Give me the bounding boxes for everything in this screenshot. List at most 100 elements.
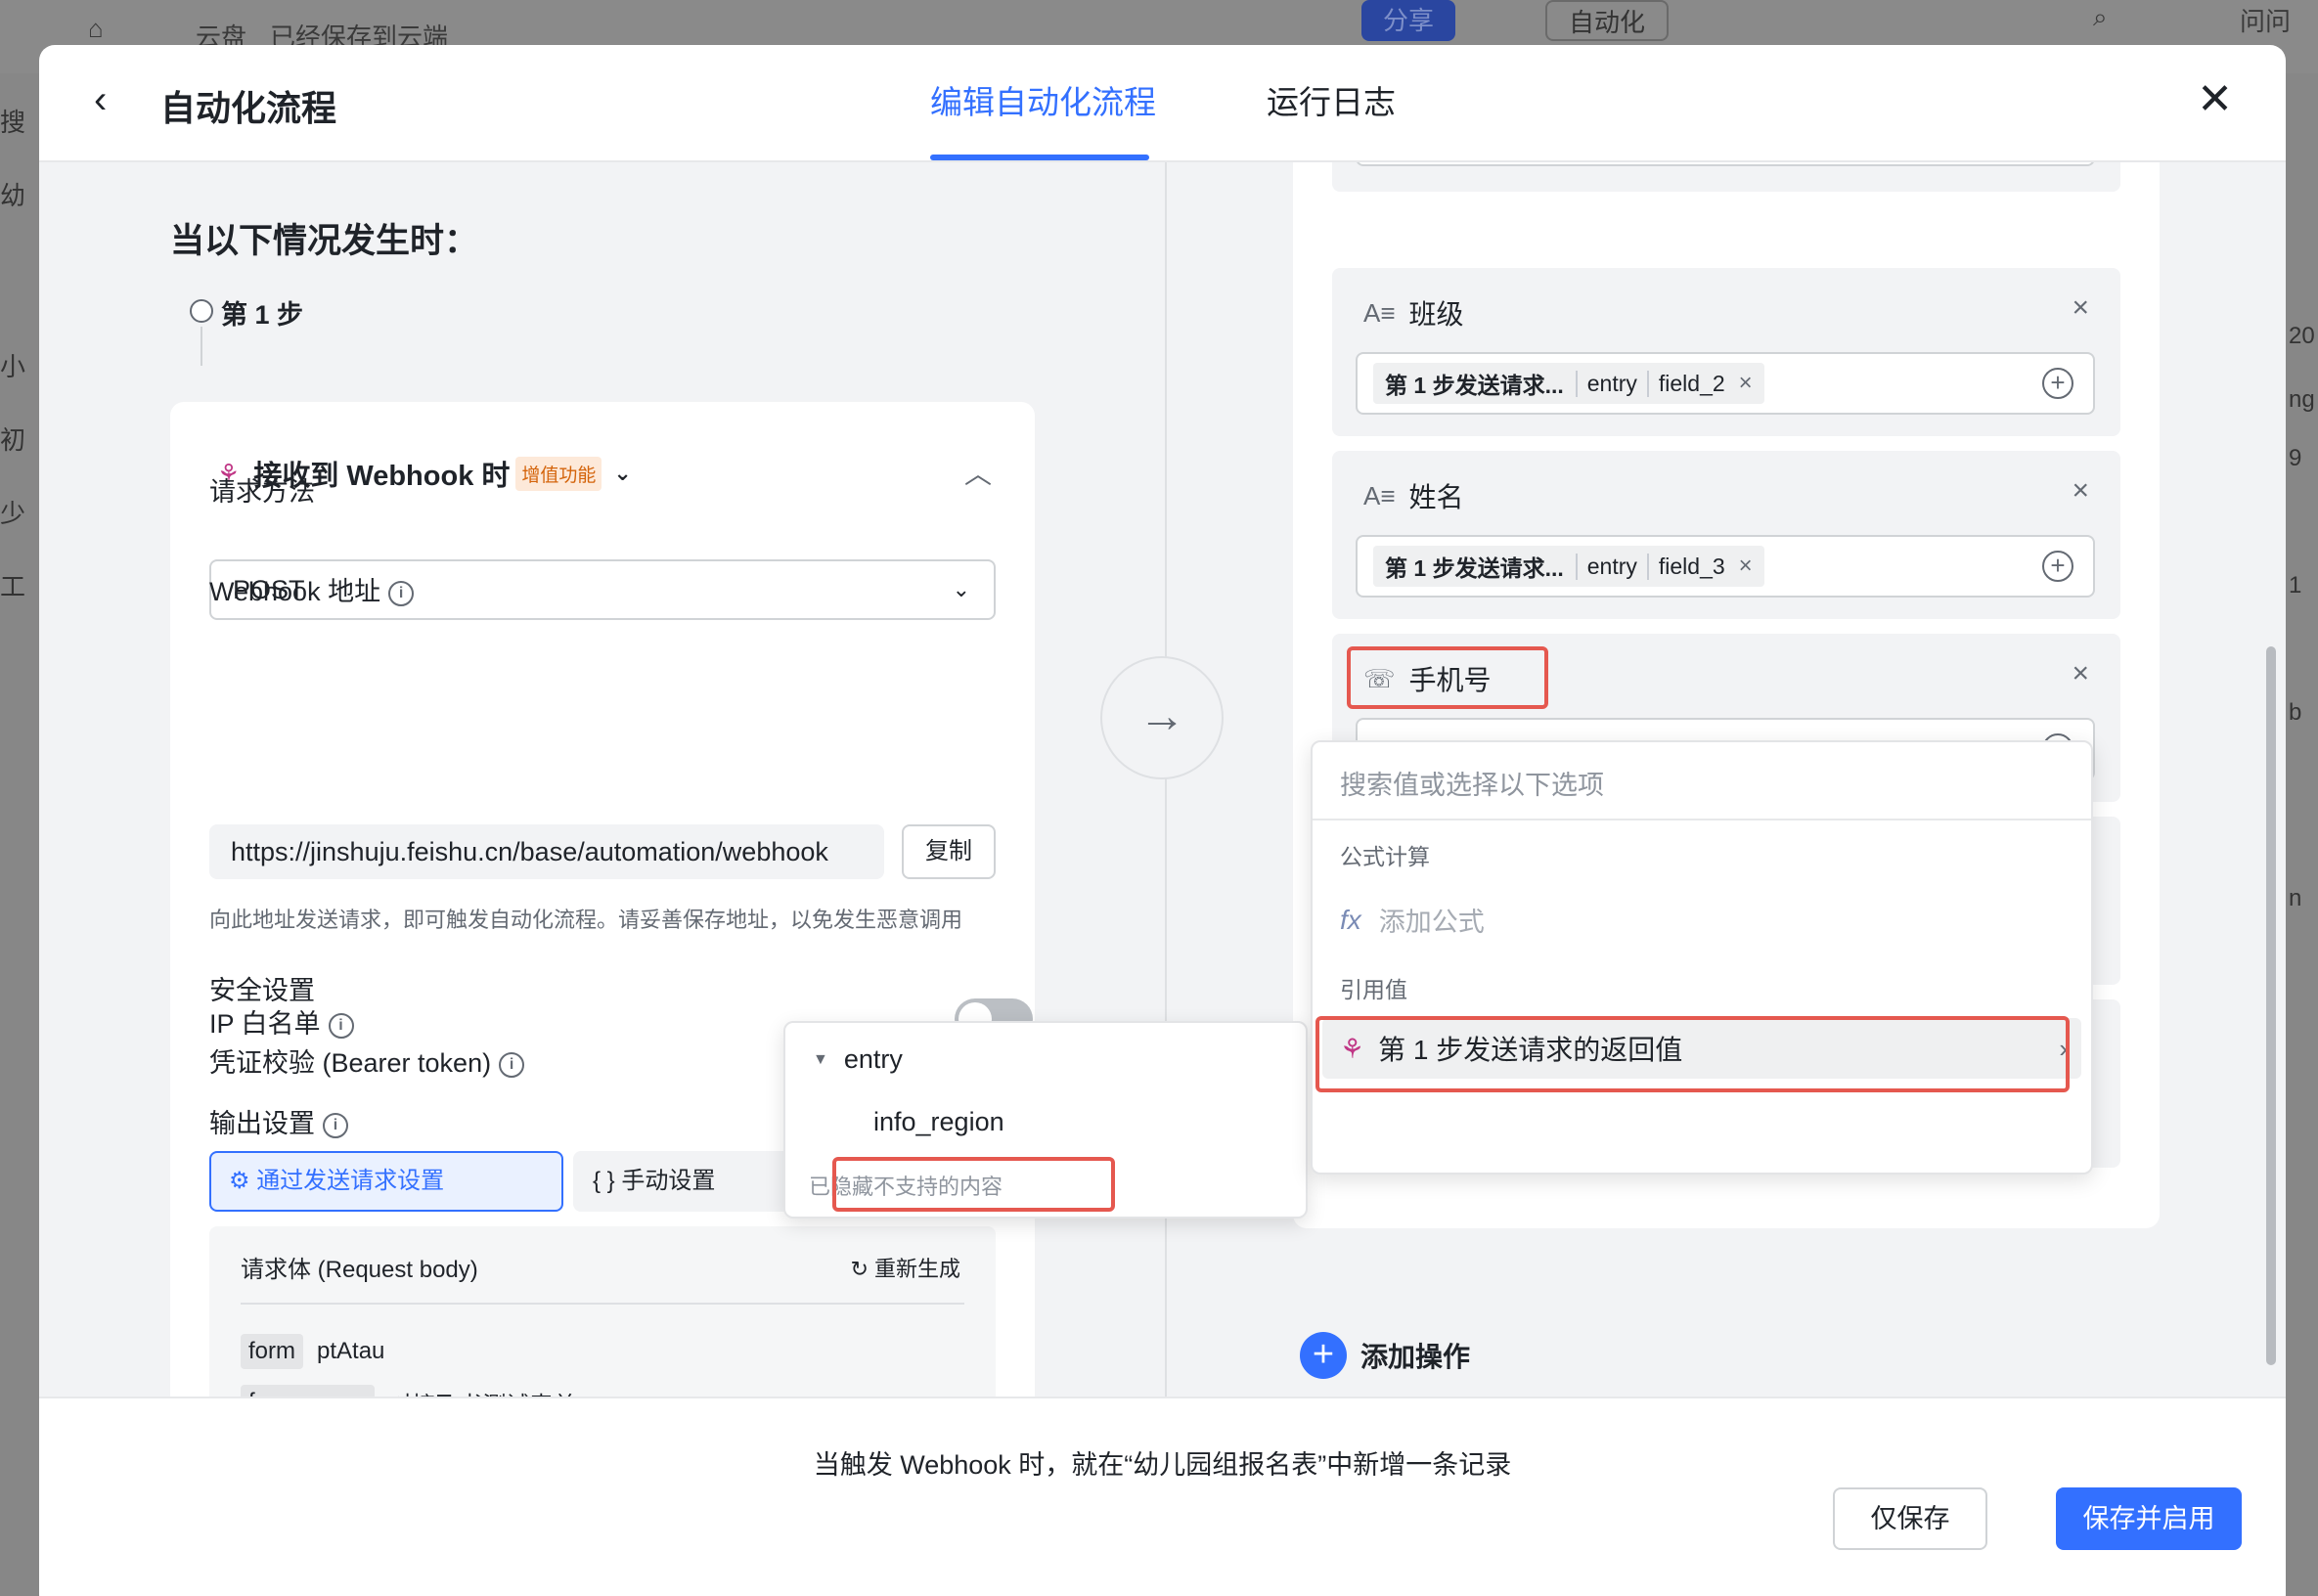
field-name-text: 班级 [1408, 299, 1464, 330]
output-settings-label-text: 输出设置 [209, 1109, 315, 1138]
field-name: A≡ 班级 [1363, 293, 1464, 332]
add-formula-item[interactable]: fx 添加公式 [1340, 901, 1485, 939]
reference-section-label: 引用值 [1340, 977, 1407, 1002]
bearer-label-text: 凭证校验 (Bearer token) [209, 1048, 492, 1078]
info-icon[interactable]: i [388, 580, 415, 606]
collapse-chevron-icon[interactable]: ︿ [964, 453, 992, 492]
trigger-heading: 当以下情况发生时： [170, 222, 479, 260]
tab-edit-flow[interactable]: 编辑自动化流程 [930, 76, 1156, 123]
field-value-input[interactable]: 第 1 步发送请求... entry field_3 × + [1356, 535, 2095, 598]
back-arrow-icon[interactable]: ‹ [94, 80, 133, 119]
value-search-input[interactable]: 搜索值或选择以下选项 [1340, 764, 1604, 802]
background-ask-button: 问问 [2240, 7, 2292, 36]
step-label: 第 1 步 [221, 300, 304, 330]
step-connector [201, 327, 202, 366]
field-card-partial [1332, 162, 2120, 192]
method-label: 请求方法 [209, 477, 315, 507]
chip-source: 第 1 步发送请求... [1385, 555, 1564, 581]
add-formula-label: 添加公式 [1378, 908, 1485, 937]
modal-header: ‹ 自动化流程 编辑自动化流程 运行日志 ✕ [39, 45, 2286, 162]
field-card-class: A≡ 班级 × 第 1 步发送请求... entry field_2 × + [1332, 268, 2120, 436]
field-name-text: 姓名 [1408, 482, 1464, 512]
bearer-label: 凭证校验 (Bearer token) i [209, 1042, 525, 1080]
remove-field-icon[interactable]: × [2072, 291, 2089, 325]
triangle-down-icon[interactable]: ▼ [813, 1051, 828, 1069]
add-value-icon[interactable]: + [2042, 368, 2073, 399]
background-cell: b [2289, 699, 2302, 726]
field-name: A≡ 姓名 [1363, 476, 1464, 515]
background-home-icon: ⌂ [88, 14, 104, 43]
save-enable-button[interactable]: 保存并启用 [2056, 1487, 2242, 1550]
background-sidebar-item: 工 [0, 572, 26, 601]
info-icon[interactable]: i [499, 1051, 525, 1078]
background-search-icon: ⌕ [2093, 2, 2108, 31]
background-right-column: 20 ng 9 1 b n [2285, 73, 2318, 1596]
tree-node-info-region[interactable]: info_region [873, 1107, 1004, 1137]
robot-icon: ⚙ [229, 1168, 257, 1194]
body-key: form_name [241, 1385, 376, 1396]
background-sidebar: 搜 幼 小 初 少 工 [0, 73, 39, 1596]
formula-icon: fx [1340, 904, 1361, 935]
chip-remove-icon[interactable]: × [1739, 553, 1753, 580]
background-cell: 20 [2289, 323, 2315, 349]
page-title: 自动化流程 [160, 88, 337, 128]
reference-chip[interactable]: 第 1 步发送请求... entry field_3 × [1373, 546, 1764, 587]
body-item: form_name 对接飞书测试表单 [241, 1385, 576, 1396]
info-icon[interactable]: i [328, 1012, 354, 1039]
save-only-button[interactable]: 仅保存 [1833, 1487, 1987, 1550]
output-by-request-button[interactable]: ⚙ 通过发送请求设置 [209, 1151, 563, 1212]
body-key: form [241, 1334, 303, 1369]
scrollbar[interactable] [2266, 646, 2276, 1365]
highlight-reference-item [1315, 1016, 2070, 1092]
ip-whitelist-label-text: IP 白名单 [209, 1009, 321, 1039]
info-icon[interactable]: i [323, 1112, 348, 1138]
chip-path: entry [1575, 553, 1647, 580]
background-cell: 1 [2289, 572, 2302, 598]
background-sidebar-item: 少 [0, 499, 26, 528]
output-settings-label: 输出设置 i [209, 1102, 348, 1140]
add-operation-label: 添加操作 [1360, 1342, 1471, 1372]
tree-node-label: entry [843, 1044, 903, 1074]
body-value: ptAtau [317, 1338, 385, 1364]
highlight-phone-field [1347, 646, 1548, 709]
highlight-hidden-note [832, 1157, 1115, 1212]
divider [241, 1303, 964, 1305]
remove-field-icon[interactable]: × [2072, 657, 2089, 690]
value-dropdown: 搜索值或选择以下选项 公式计算 fx 添加公式 引用值 ⚘ 第 1 步发送请求的… [1311, 740, 2093, 1175]
webhook-address-label-text: Webhook 地址 [209, 577, 381, 606]
add-operation-button[interactable]: + 添加操作 [1300, 1332, 1470, 1379]
chip-path: field_2 [1646, 370, 1735, 397]
regenerate-label: 重新生成 [873, 1257, 960, 1281]
body-item: form ptAtau [241, 1334, 384, 1369]
chip-path: entry [1575, 370, 1647, 397]
divider [1313, 819, 2091, 820]
active-tab-indicator [930, 155, 1149, 160]
webhook-url-field[interactable]: https://jinshuju.feishu.cn/base/automati… [209, 824, 884, 879]
background-cell: 9 [2289, 445, 2302, 471]
tab-run-log[interactable]: 运行日志 [1267, 76, 1396, 123]
background-automation-button: 自动化 [1545, 0, 1670, 41]
tree-node-entry[interactable]: ▼ entry [813, 1044, 903, 1075]
field-value-input[interactable]: 第 1 步发送请求... entry field_2 × + [1356, 352, 2095, 415]
remove-field-icon[interactable]: × [2072, 474, 2089, 508]
background-cell: ng [2289, 386, 2315, 413]
body-value: 对接飞书测试表单 [388, 1386, 576, 1397]
chip-source: 第 1 步发送请求... [1385, 373, 1564, 398]
output-by-request-label: 通过发送请求设置 [256, 1168, 445, 1194]
background-sidebar-item: 幼 [0, 181, 26, 210]
add-value-icon[interactable]: + [2042, 551, 2073, 582]
chevron-down-icon[interactable]: ⌄ [613, 461, 631, 486]
close-icon[interactable]: ✕ [2197, 78, 2233, 121]
premium-badge: 增值功能 [515, 456, 602, 491]
formula-section-label: 公式计算 [1340, 844, 1430, 869]
trigger-card: ⚘ 接收到 Webhook 时 增值功能 ⌄ ︿ 请求方法 POST ⌄ Web… [170, 402, 1035, 1396]
webhook-hint: 向此地址发送请求，即可触发自动化流程。请妥善保存地址，以免发生恶意调用 [209, 908, 963, 932]
copy-button[interactable]: 复制 [902, 824, 996, 879]
field-input[interactable] [1356, 162, 2095, 166]
request-body-panel: 请求体 (Request body) ↻ 重新生成 form ptAtau fo… [209, 1226, 996, 1396]
reference-chip[interactable]: 第 1 步发送请求... entry field_2 × [1373, 363, 1764, 404]
background-sidebar-item: 初 [0, 425, 26, 455]
regenerate-button[interactable]: ↻ 重新生成 [850, 1252, 960, 1283]
chip-remove-icon[interactable]: × [1739, 370, 1753, 397]
background-sidebar-item: 小 [0, 352, 26, 381]
